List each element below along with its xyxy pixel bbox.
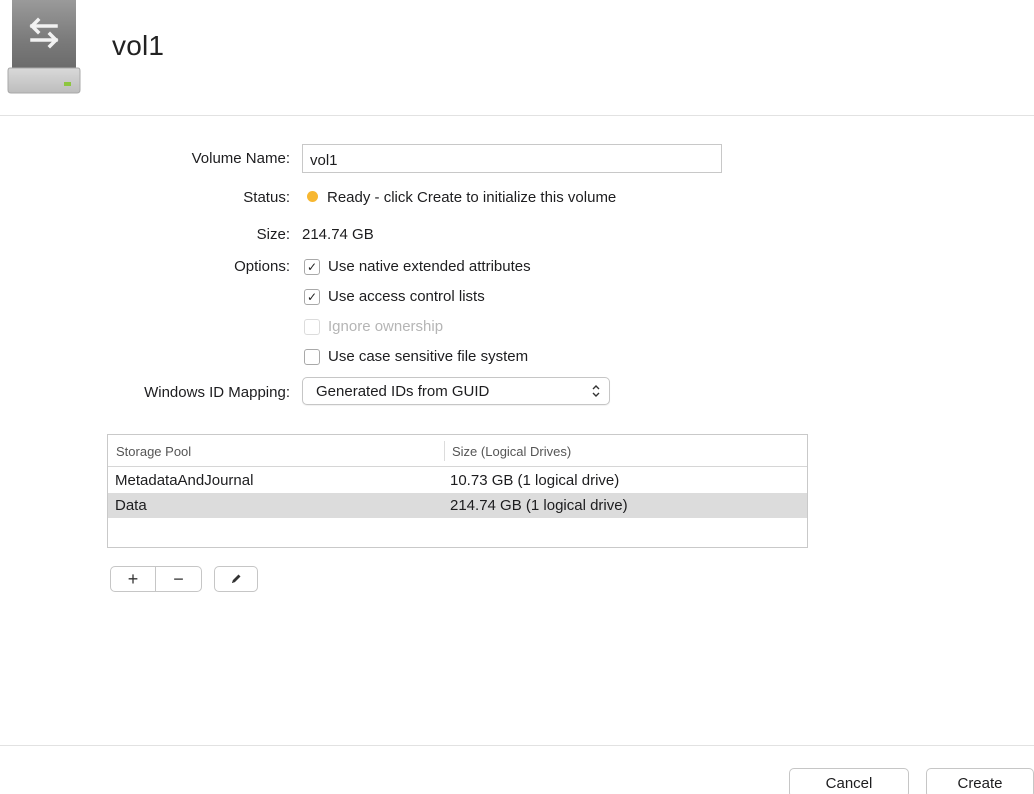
volume-name-label: Volume Name: (191, 150, 290, 167)
option-native-extended-attributes[interactable]: ✓ Use native extended attributes (304, 258, 531, 275)
column-header-size[interactable]: Size (Logical Drives) (452, 444, 571, 459)
status-dot-icon (307, 191, 318, 202)
cell-pool: Data (115, 497, 147, 514)
edit-button[interactable] (214, 566, 258, 592)
option-label: Use case sensitive file system (328, 348, 529, 365)
disk-drive-icon (6, 0, 82, 94)
checkbox-checked-icon[interactable]: ✓ (304, 288, 320, 305)
page-title: vol1 (112, 30, 165, 61)
checkbox-checked-icon[interactable]: ✓ (304, 258, 320, 275)
option-case-sensitive[interactable]: Use case sensitive file system (304, 348, 528, 365)
updown-chevron-icon (592, 385, 600, 397)
table-row-selected[interactable]: Data 214.74 GB (1 logical drive) (108, 493, 807, 518)
column-header-storage-pool[interactable]: Storage Pool (116, 444, 191, 459)
cell-size: 214.74 GB (1 logical drive) (450, 497, 628, 514)
checkbox-unchecked-icon[interactable] (304, 348, 320, 365)
remove-button[interactable]: − (156, 566, 202, 592)
cancel-button[interactable]: Cancel (789, 768, 909, 794)
cell-size: 10.73 GB (1 logical drive) (450, 472, 620, 489)
column-divider[interactable] (444, 441, 445, 461)
header-divider (0, 115, 1034, 116)
option-ignore-ownership: Ignore ownership (304, 318, 443, 335)
table-header: Storage Pool Size (Logical Drives) (108, 435, 807, 467)
checkbox-unchecked-icon (304, 318, 320, 335)
size-label: Size: (256, 226, 290, 243)
footer-divider (0, 745, 1034, 746)
option-access-control-lists[interactable]: ✓ Use access control lists (304, 288, 485, 305)
table-row[interactable]: MetadataAndJournal 10.73 GB (1 logical d… (108, 468, 807, 493)
size-value: 214.74 GB (302, 226, 374, 243)
volume-name-input[interactable] (302, 144, 722, 173)
option-label: Use access control lists (328, 288, 485, 305)
cell-pool: MetadataAndJournal (115, 472, 254, 489)
storage-pool-table: Storage Pool Size (Logical Drives) Metad… (107, 434, 808, 548)
add-remove-buttons: + − (110, 566, 202, 592)
status-value: Ready - click Create to initialize this … (307, 189, 616, 206)
windows-id-mapping-select[interactable]: Generated IDs from GUID (302, 377, 610, 405)
add-button[interactable]: + (110, 566, 156, 592)
options-label: Options: (234, 258, 290, 275)
status-label: Status: (243, 189, 290, 206)
status-text: Ready - click Create to initialize this … (327, 189, 617, 206)
option-label: Use native extended attributes (328, 258, 531, 275)
pencil-icon (232, 574, 241, 583)
option-label: Ignore ownership (328, 318, 444, 335)
windows-id-mapping-label: Windows ID Mapping: (144, 384, 290, 401)
select-value: Generated IDs from GUID (316, 382, 490, 400)
create-button[interactable]: Create (926, 768, 1034, 794)
